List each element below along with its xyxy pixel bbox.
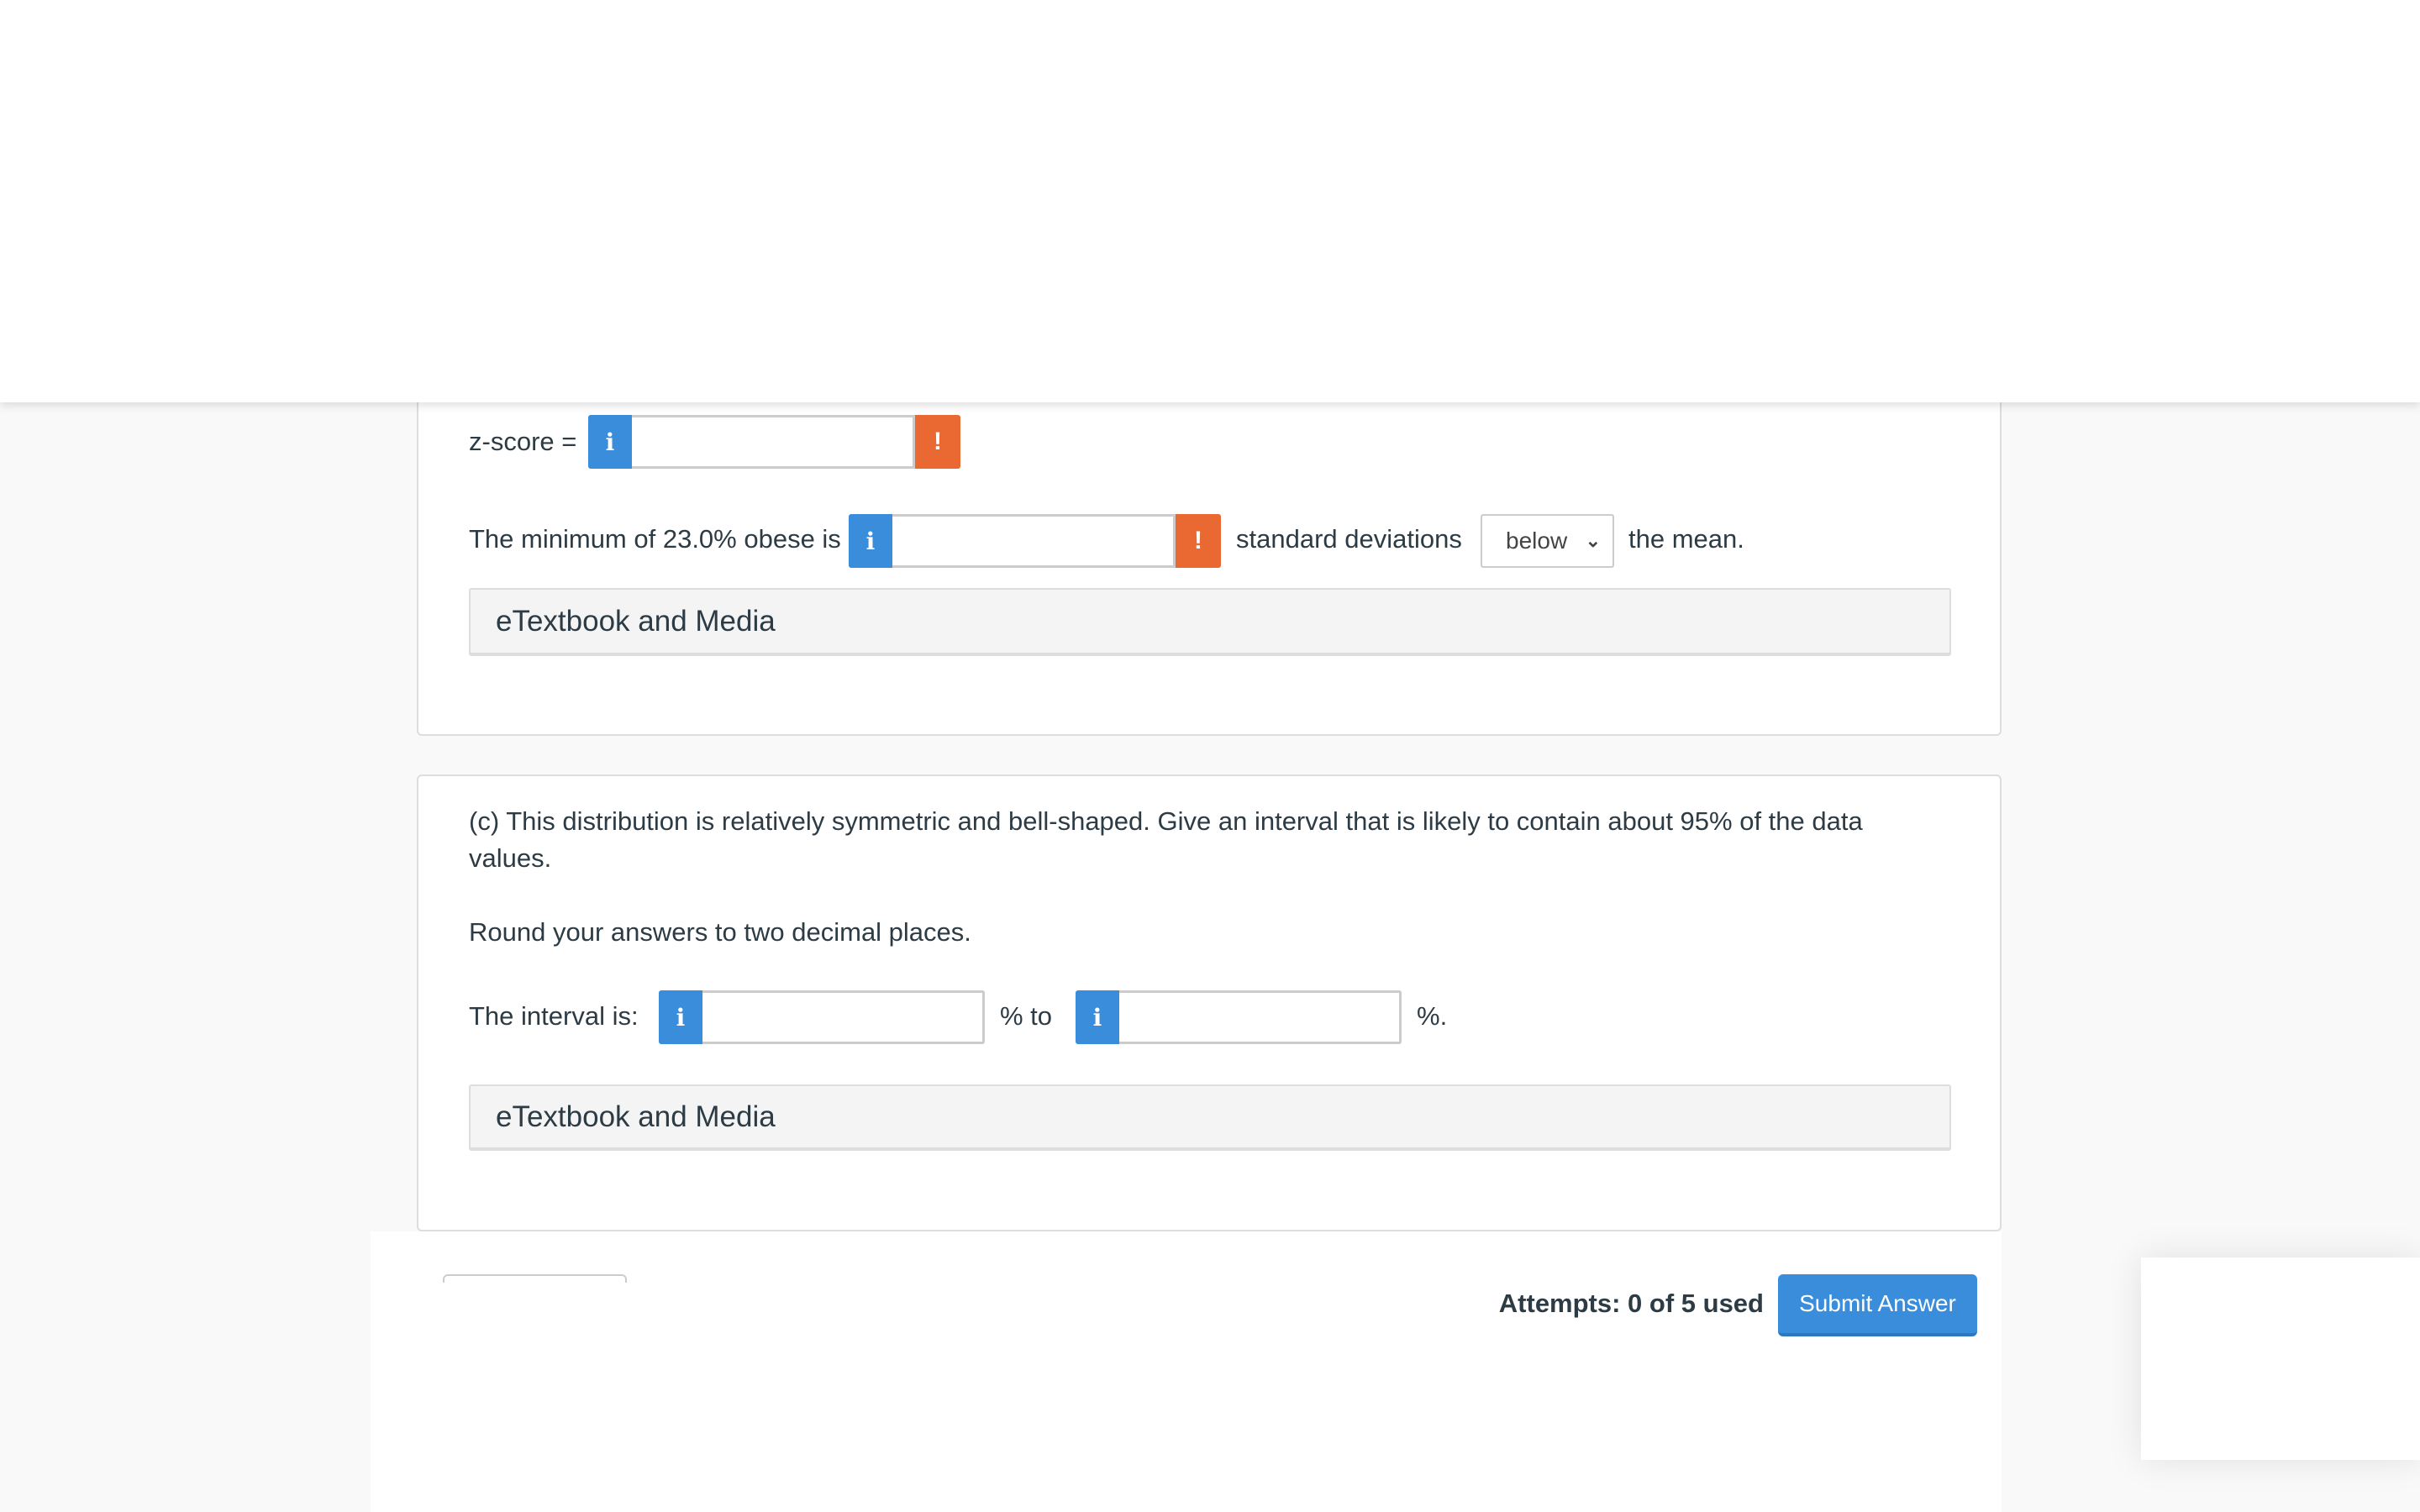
- info-icon[interactable]: i: [588, 415, 632, 469]
- question-text-line1: (c) This distribution is relatively symm…: [469, 806, 1863, 836]
- etextbook-media-b[interactable]: eTextbook and Media: [469, 588, 1951, 656]
- mean-label: the mean.: [1628, 524, 1744, 554]
- std-label: standard deviations: [1236, 524, 1462, 554]
- floating-panel: [2141, 1257, 2420, 1460]
- interval-lower-input[interactable]: [702, 990, 985, 1044]
- warning-icon[interactable]: !: [915, 415, 960, 469]
- info-icon[interactable]: i: [849, 514, 892, 568]
- direction-select[interactable]: below ⌄: [1481, 514, 1614, 568]
- direction-selected-value: below: [1506, 528, 1568, 554]
- hidden-tab-button[interactable]: [443, 1274, 627, 1283]
- question-text-line2: values.: [469, 843, 552, 873]
- to-label: % to: [1000, 1001, 1053, 1031]
- etextbook-media-c[interactable]: eTextbook and Media: [469, 1084, 1951, 1151]
- info-icon[interactable]: i: [659, 990, 702, 1044]
- submit-answer-button[interactable]: Submit Answer: [1778, 1274, 1977, 1336]
- percent-end-label: %.: [1417, 1001, 1448, 1031]
- zscore-input[interactable]: [632, 415, 915, 469]
- std-deviations-input[interactable]: [892, 514, 1176, 568]
- top-header-area: [0, 0, 2420, 402]
- chevron-down-icon: ⌄: [1585, 530, 1601, 551]
- interval-upper-input[interactable]: [1119, 990, 1402, 1044]
- zscore-input-group: i !: [588, 415, 960, 469]
- attempts-counter: Attempts: 0 of 5 used: [1498, 1289, 1764, 1318]
- zscore-label: z-score =: [469, 427, 577, 456]
- std-input-group: i !: [849, 514, 1221, 568]
- interval-upper-group: i: [1076, 990, 1402, 1044]
- warning-icon[interactable]: !: [1176, 514, 1221, 568]
- interval-lower-group: i: [659, 990, 985, 1044]
- interval-label: The interval is:: [469, 1001, 639, 1031]
- minimum-label: The minimum of 23.0% obese is: [469, 524, 841, 554]
- rounding-instruction: Round your answers to two decimal places…: [469, 917, 971, 947]
- info-icon[interactable]: i: [1076, 990, 1119, 1044]
